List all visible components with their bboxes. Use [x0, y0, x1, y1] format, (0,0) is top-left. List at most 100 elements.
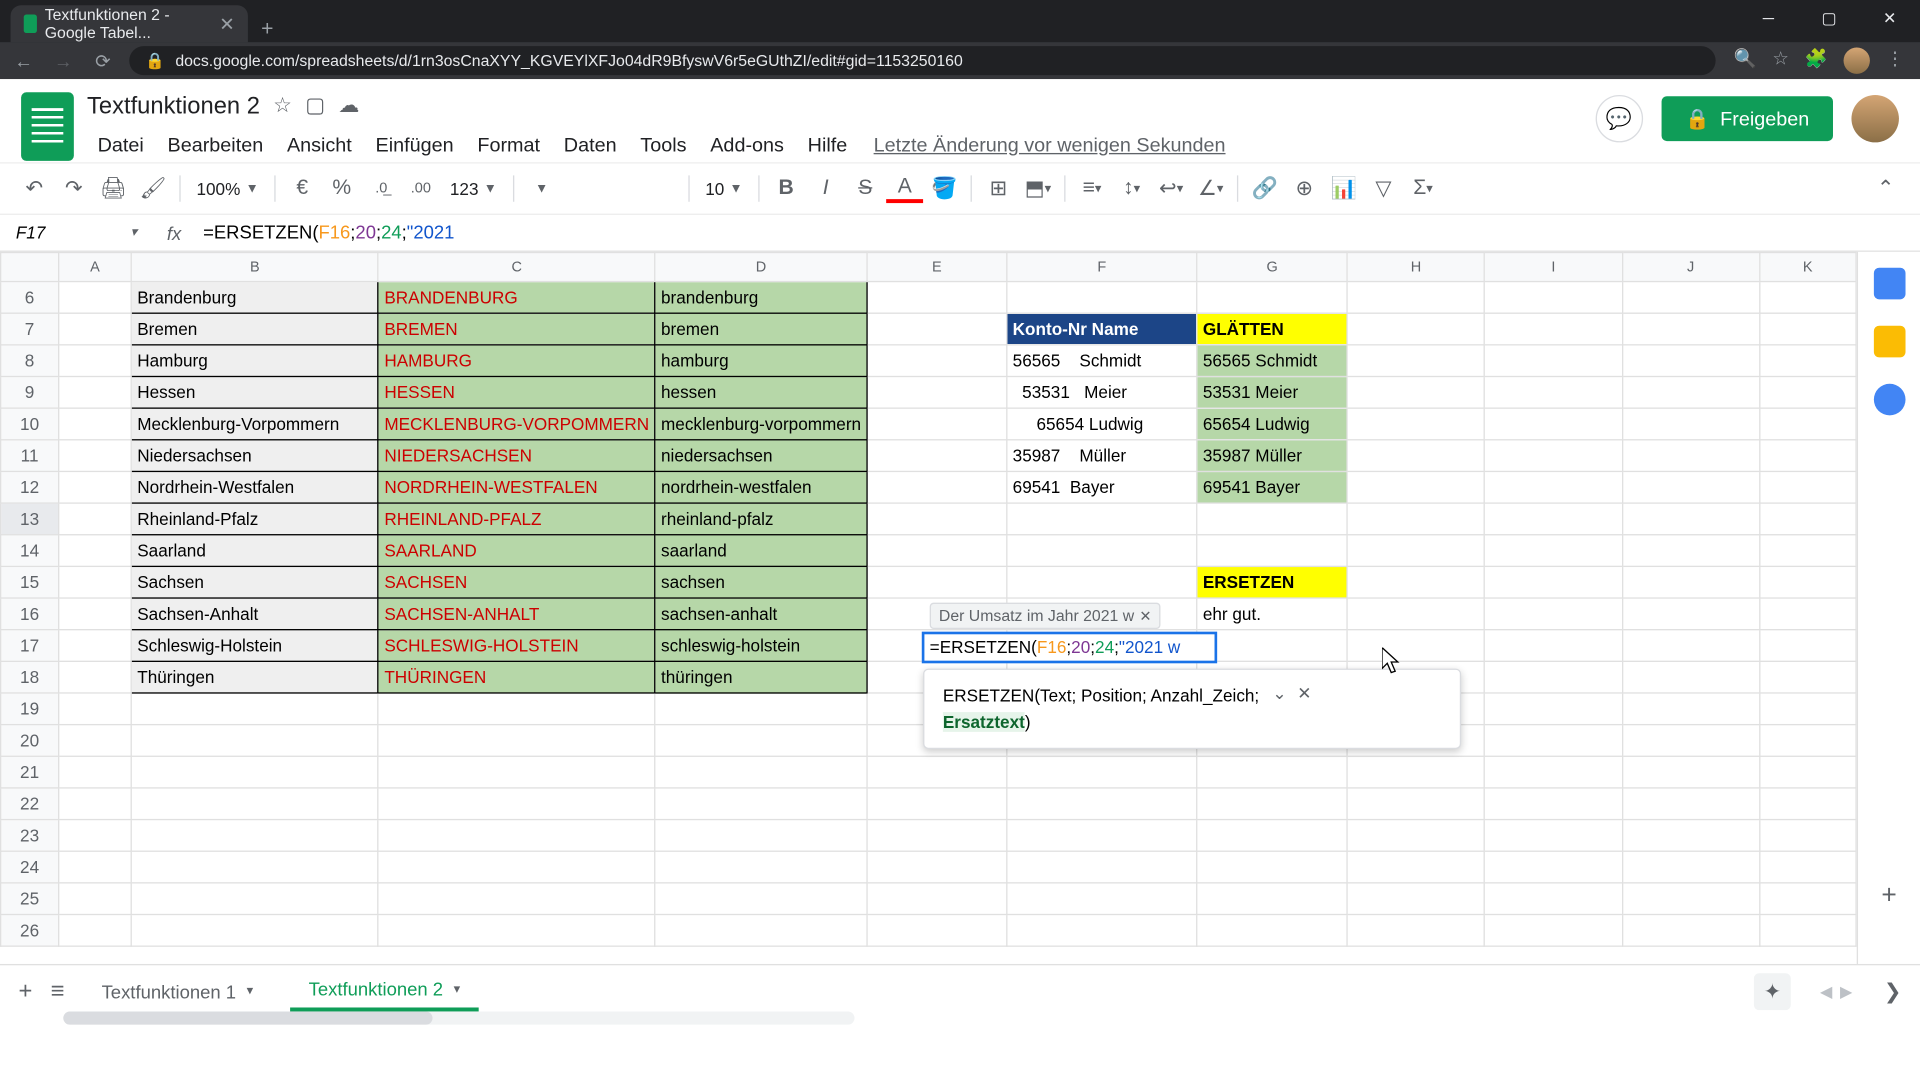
col-header-A[interactable]: A	[59, 253, 132, 282]
cell-B10[interactable]: Mecklenburg-Vorpommern	[131, 408, 378, 440]
cell-I9[interactable]	[1485, 376, 1622, 408]
cell-D14[interactable]: saarland	[655, 535, 867, 567]
cell-I22[interactable]	[1485, 788, 1622, 820]
cell-J15[interactable]	[1622, 566, 1759, 598]
cell-H17[interactable]	[1347, 630, 1484, 662]
cell-K11[interactable]	[1759, 440, 1856, 472]
cell-J22[interactable]	[1622, 788, 1759, 820]
explore-button[interactable]: ✦	[1754, 973, 1791, 1010]
close-window-button[interactable]: ✕	[1859, 0, 1920, 37]
cell-A18[interactable]	[59, 661, 132, 693]
show-side-panel-icon[interactable]: ❯	[1884, 978, 1902, 1004]
cell-H22[interactable]	[1347, 788, 1484, 820]
cell-H7[interactable]	[1347, 313, 1484, 345]
cell-F21[interactable]	[1007, 756, 1197, 788]
menu-addons[interactable]: Add-ons	[700, 129, 795, 162]
cell-C19[interactable]	[378, 693, 655, 725]
row-header-20[interactable]: 20	[1, 725, 59, 757]
cell-K19[interactable]	[1759, 693, 1856, 725]
cell-E21[interactable]	[867, 756, 1007, 788]
increase-decimal-button[interactable]: .00	[402, 170, 439, 207]
cell-D16[interactable]: sachsen-anhalt	[655, 598, 867, 630]
cell-E6[interactable]	[867, 282, 1007, 314]
cell-I6[interactable]	[1485, 282, 1622, 314]
document-title[interactable]: Textfunktionen 2	[87, 92, 260, 120]
all-sheets-button[interactable]: ≡	[51, 977, 65, 1005]
close-tab-icon[interactable]: ✕	[219, 13, 234, 35]
cell-C22[interactable]	[378, 788, 655, 820]
row-header-8[interactable]: 8	[1, 345, 59, 377]
cell-F8[interactable]: 56565 Schmidt	[1007, 345, 1197, 377]
borders-button[interactable]: ⊞	[980, 170, 1017, 207]
cell-I20[interactable]	[1485, 725, 1622, 757]
cell-G26[interactable]	[1197, 915, 1347, 947]
cell-E26[interactable]	[867, 915, 1007, 947]
cell-K10[interactable]	[1759, 408, 1856, 440]
cell-E22[interactable]	[867, 788, 1007, 820]
tasks-icon[interactable]	[1873, 384, 1905, 416]
account-avatar[interactable]	[1851, 95, 1898, 142]
cell-H23[interactable]	[1347, 820, 1484, 852]
forward-button[interactable]: →	[50, 50, 76, 71]
last-edit-link[interactable]: Letzte Änderung vor wenigen Sekunden	[860, 129, 1238, 162]
currency-button[interactable]: €	[284, 170, 321, 207]
cell-K25[interactable]	[1759, 883, 1856, 915]
cell-H26[interactable]	[1347, 915, 1484, 947]
cell-E12[interactable]	[867, 471, 1007, 503]
cell-C26[interactable]	[378, 915, 655, 947]
cell-I26[interactable]	[1485, 915, 1622, 947]
collapse-toolbar-button[interactable]: ⌃	[1867, 170, 1904, 207]
cell-E11[interactable]	[867, 440, 1007, 472]
cell-C7[interactable]: BREMEN	[378, 313, 655, 345]
cell-G14[interactable]	[1197, 535, 1347, 567]
row-header-6[interactable]: 6	[1, 282, 59, 314]
close-preview-icon[interactable]: ✕	[1139, 607, 1151, 624]
keep-icon[interactable]	[1873, 326, 1905, 358]
cell-B17[interactable]: Schleswig-Holstein	[131, 630, 378, 662]
cell-J10[interactable]	[1622, 408, 1759, 440]
cell-J7[interactable]	[1622, 313, 1759, 345]
cell-H8[interactable]	[1347, 345, 1484, 377]
cell-F12[interactable]: 69541 Bayer	[1007, 471, 1197, 503]
browser-tab[interactable]: Textfunktionen 2 - Google Tabel... ✕	[11, 5, 248, 42]
cell-B25[interactable]	[131, 883, 378, 915]
cell-K24[interactable]	[1759, 851, 1856, 883]
cell-K14[interactable]	[1759, 535, 1856, 567]
cell-E13[interactable]	[867, 503, 1007, 535]
cell-H25[interactable]	[1347, 883, 1484, 915]
cell-E10[interactable]	[867, 408, 1007, 440]
row-header-14[interactable]: 14	[1, 535, 59, 567]
col-header-G[interactable]: G	[1197, 253, 1347, 282]
cell-K9[interactable]	[1759, 376, 1856, 408]
sheet-nav-left[interactable]: ◀	[1820, 982, 1832, 1000]
cell-D11[interactable]: niedersachsen	[655, 440, 867, 472]
cell-A16[interactable]	[59, 598, 132, 630]
percent-button[interactable]: %	[323, 170, 360, 207]
cell-D6[interactable]: brandenburg	[655, 282, 867, 314]
font-size-select[interactable]: 10▼	[697, 179, 750, 199]
font-select[interactable]: ▼	[522, 181, 680, 196]
cell-G23[interactable]	[1197, 820, 1347, 852]
cell-G7[interactable]: GLÄTTEN	[1197, 313, 1347, 345]
cell-C23[interactable]	[378, 820, 655, 852]
cell-J21[interactable]	[1622, 756, 1759, 788]
cell-F14[interactable]	[1007, 535, 1197, 567]
extensions-icon[interactable]: 🧩	[1805, 47, 1828, 73]
cell-F22[interactable]	[1007, 788, 1197, 820]
cell-D17[interactable]: schleswig-holstein	[655, 630, 867, 662]
cell-H11[interactable]	[1347, 440, 1484, 472]
cell-G16[interactable]: ehr gut.	[1197, 598, 1347, 630]
cell-F11[interactable]: 35987 Müller	[1007, 440, 1197, 472]
cell-F24[interactable]	[1007, 851, 1197, 883]
profile-avatar[interactable]	[1844, 47, 1870, 73]
comment-button[interactable]: ⊕	[1286, 170, 1323, 207]
cell-A10[interactable]	[59, 408, 132, 440]
cell-A20[interactable]	[59, 725, 132, 757]
cell-B8[interactable]: Hamburg	[131, 345, 378, 377]
cell-J18[interactable]	[1622, 661, 1759, 693]
cell-I17[interactable]	[1485, 630, 1622, 662]
cell-A8[interactable]	[59, 345, 132, 377]
row-header-25[interactable]: 25	[1, 883, 59, 915]
cell-B24[interactable]	[131, 851, 378, 883]
cell-J11[interactable]	[1622, 440, 1759, 472]
